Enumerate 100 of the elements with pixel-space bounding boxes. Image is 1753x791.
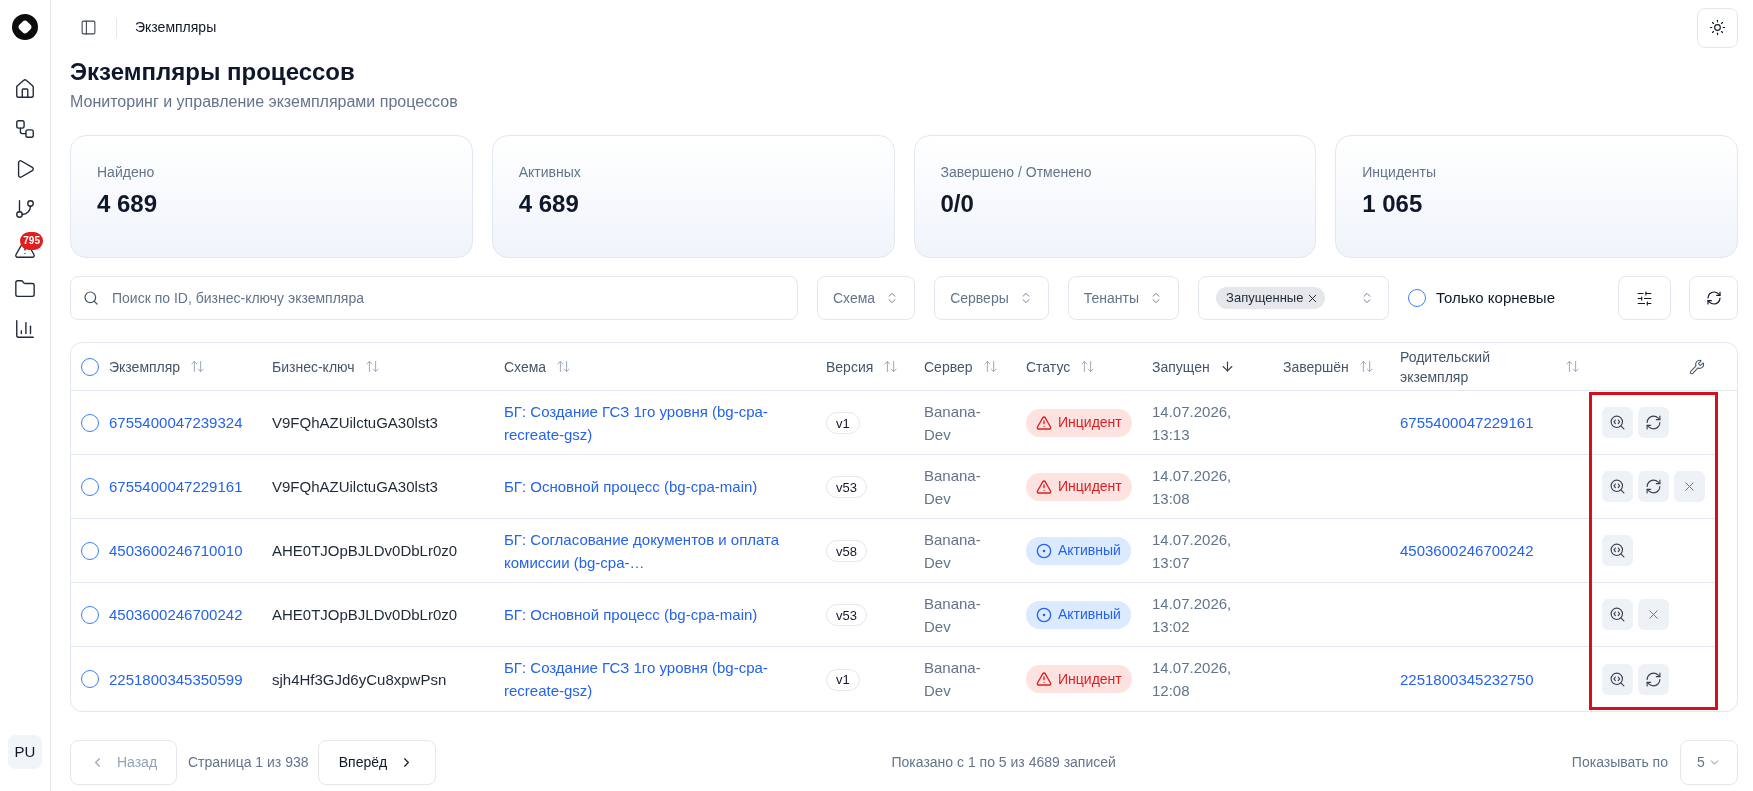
wrench-icon[interactable]: [1689, 358, 1705, 375]
search-code-icon: [1609, 542, 1626, 559]
column-header[interactable]: Родительский экземпляр: [1400, 346, 1580, 387]
stat-label: Завершено / Отменено: [940, 163, 1093, 182]
page-subtitle: Мониторинг и управление экземплярами процессов: [70, 92, 459, 112]
business-key: sjh4Hf3GJd6yCu8xpwPsn: [272, 670, 447, 688]
sidebar-toggle-button[interactable]: [79, 18, 97, 37]
instance-link[interactable]: 6755400047229161: [109, 475, 243, 498]
business-key: AHE0TJOpBJLDv0DbLr0z0: [272, 542, 458, 559]
server-name: Banana-Dev: [924, 401, 982, 445]
retry-button[interactable]: [1638, 471, 1669, 502]
theme-button[interactable]: [1697, 7, 1738, 48]
circle-dot-icon: [1036, 606, 1052, 623]
start-time: 14.07.2026, 13:13: [1152, 401, 1233, 445]
instance-link[interactable]: 2251800345350599: [109, 667, 243, 691]
schema-link[interactable]: БГ: Создание ГСЗ 1го уровня (bg-cpa-recreate-gsz): [504, 399, 794, 446]
filter-select[interactable]: Схема: [817, 276, 916, 320]
column-header[interactable]: Бизнес-ключ: [272, 356, 380, 377]
results-summary: Показано с 1 по 5 из 4689 записей: [891, 753, 1116, 772]
schema-link[interactable]: БГ: Основной процесс (bg-cpa-main): [504, 603, 794, 626]
warning-icon: [1036, 478, 1052, 495]
search-field[interactable]: Поиск по ID, бизнес-ключу экземпляра: [70, 276, 798, 320]
filter-chip[interactable]: Запущенные: [1216, 287, 1326, 309]
select-all-checkbox[interactable]: [81, 357, 99, 376]
view-button[interactable]: [1602, 535, 1633, 566]
refresh-button[interactable]: [1689, 276, 1738, 320]
status-badge: Инцидент: [1026, 665, 1132, 693]
stat-value: 0/0: [940, 189, 975, 219]
view-button[interactable]: [1602, 407, 1633, 438]
business-key: AHE0TJOpBJLDv0DbLr0z0: [272, 606, 458, 623]
start-time: 14.07.2026, 13:08: [1152, 465, 1233, 509]
page-size-label: Показывать по: [1571, 753, 1668, 772]
instance-link[interactable]: 6755400047239324: [109, 411, 243, 434]
column-header[interactable]: Схема: [504, 356, 572, 377]
status-badge: Инцидент: [1026, 408, 1132, 437]
status-select[interactable]: Запущенные: [1198, 276, 1390, 320]
close-icon: [1682, 479, 1697, 494]
refresh-icon: [1645, 414, 1662, 431]
start-time: 14.07.2026, 12:08: [1152, 658, 1233, 701]
circle-dot-icon: [1036, 542, 1052, 559]
branch-icon: [14, 198, 36, 220]
row-checkbox[interactable]: [81, 605, 99, 624]
next-button[interactable]: Вперёд: [317, 740, 436, 785]
retry-button[interactable]: [1638, 407, 1669, 438]
search-code-icon: [1609, 414, 1626, 431]
server-name: Banana-Dev: [924, 465, 982, 509]
user-avatar[interactable]: PU: [8, 735, 42, 769]
instance-link[interactable]: 4503600246700242: [109, 603, 243, 626]
page-info: Страница 1 из 938: [188, 753, 309, 772]
row-checkbox[interactable]: [81, 477, 99, 496]
filter-select[interactable]: Тенанты: [1067, 276, 1180, 320]
warning-icon: [1036, 671, 1052, 687]
home-icon: [14, 78, 36, 100]
search-code-icon: [1609, 478, 1626, 495]
view-button[interactable]: [1602, 599, 1633, 630]
page-title: Экземпляры процессов: [70, 57, 356, 87]
status-badge: Активный: [1026, 600, 1131, 629]
retry-button[interactable]: [1638, 663, 1669, 695]
view-button[interactable]: [1602, 471, 1633, 502]
schema-link[interactable]: БГ: Согласование документов и оплата комиссии (bg-cpa-…: [504, 527, 794, 574]
column-header[interactable]: Запущен: [1152, 356, 1235, 377]
workflow-icon: [14, 118, 36, 140]
filter-select[interactable]: Серверы: [934, 276, 1049, 320]
sidebar-item[interactable]: 795: [7, 231, 43, 267]
checkbox[interactable]: [1408, 289, 1427, 307]
column-header[interactable]: Версия: [826, 356, 899, 377]
parent-link[interactable]: 2251800345232750: [1400, 670, 1534, 688]
search-code-icon: [1609, 606, 1626, 623]
sliders-icon: [1636, 289, 1653, 307]
checkbox-label[interactable]: Только корневые: [1436, 286, 1555, 310]
stat-value: 4 689: [518, 189, 580, 219]
row-checkbox[interactable]: [81, 541, 99, 560]
logo-icon[interactable]: [12, 14, 38, 40]
business-key: V9FQhAZUilctuGA30lst3: [272, 414, 438, 431]
stat-label: Активных: [518, 163, 582, 182]
stat-value: 1 065: [1362, 189, 1424, 219]
search-icon: [83, 290, 99, 306]
server-name: Banana-Dev: [924, 658, 982, 701]
page-size-select[interactable]: 5: [1680, 740, 1738, 785]
sun-icon: [1709, 19, 1726, 36]
start-time: 14.07.2026, 13:02: [1152, 593, 1233, 637]
column-header[interactable]: Сервер: [924, 356, 998, 377]
server-name: Banana-Dev: [924, 529, 982, 573]
instance-link[interactable]: 4503600246710010: [109, 539, 243, 562]
schema-link[interactable]: БГ: Основной процесс (bg-cpa-main): [504, 475, 794, 498]
server-name: Banana-Dev: [924, 593, 982, 637]
parent-link[interactable]: 6755400047229161: [1400, 414, 1534, 431]
schema-link[interactable]: БГ: Создание ГСЗ 1го уровня (bg-cpa-recreate-gsz): [504, 656, 794, 702]
column-header[interactable]: Завершён: [1283, 356, 1374, 377]
search-code-icon: [1609, 670, 1626, 688]
column-header[interactable]: Экземпляр: [109, 356, 206, 377]
start-time: 14.07.2026, 13:07: [1152, 529, 1233, 573]
stat-label: Найдено: [97, 163, 156, 182]
row-checkbox[interactable]: [81, 413, 99, 432]
column-header[interactable]: Статус: [1026, 356, 1096, 377]
close-icon: [1646, 607, 1661, 622]
view-button[interactable]: [1602, 663, 1633, 695]
parent-link[interactable]: 4503600246700242: [1400, 542, 1534, 559]
breadcrumb[interactable]: Экземпляры: [135, 17, 217, 38]
row-checkbox[interactable]: [81, 670, 99, 688]
